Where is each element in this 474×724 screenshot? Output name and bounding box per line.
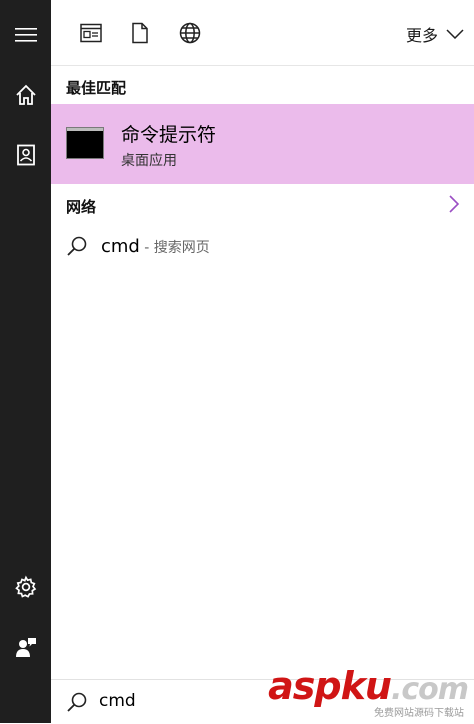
best-match-heading: 最佳匹配 <box>66 79 127 97</box>
web-search-suggestion[interactable]: cmd - 搜索网页 <box>51 228 474 266</box>
more-dropdown-button[interactable]: 更多 <box>406 20 464 48</box>
watermark-domain: .com <box>390 672 469 707</box>
web-filter-icon <box>179 22 201 44</box>
app-title: 命令提示符 <box>121 124 217 146</box>
more-label: 更多 <box>405 26 438 45</box>
web-query-term: cmd <box>101 236 140 257</box>
menu-button[interactable] <box>0 11 51 59</box>
site-watermark: aspku.com 免费网站源码下载站 <box>268 661 469 719</box>
user-feedback-icon <box>15 638 36 657</box>
web-query-text: cmd - 搜索网页 <box>101 236 210 257</box>
apps-filter-icon <box>80 23 102 43</box>
settings-button[interactable] <box>0 563 51 611</box>
web-heading: 网络 <box>66 198 97 216</box>
web-query-suffix: - 搜索网页 <box>139 240 210 256</box>
command-prompt-icon <box>66 127 104 159</box>
home-button[interactable] <box>0 71 51 119</box>
chevron-down-icon <box>446 29 464 39</box>
notebook-button[interactable] <box>0 131 51 179</box>
search-magnifier-icon <box>67 236 87 256</box>
hamburger-menu-icon <box>14 28 37 42</box>
best-match-result-command-prompt[interactable]: 命令提示符 桌面应用 <box>51 104 474 184</box>
settings-gear-icon <box>14 575 36 598</box>
home-icon <box>15 84 36 105</box>
web-section-header[interactable]: 网络 <box>51 186 474 226</box>
search-panel: 更多 最佳匹配 命令提示符 桌面应用 网络 cmd - 搜索网页 aspku. <box>51 0 474 724</box>
web-filter-button[interactable] <box>174 17 206 49</box>
feedback-button[interactable] <box>0 623 51 671</box>
app-subtitle: 桌面应用 <box>121 153 177 169</box>
start-sidebar <box>0 0 51 723</box>
apps-filter-button[interactable] <box>75 17 107 49</box>
documents-filter-button[interactable] <box>124 17 156 49</box>
filter-toolbar: 更多 <box>51 0 474 66</box>
watermark-tagline: 免费网站源码下载站 <box>374 704 464 719</box>
documents-filter-icon <box>132 22 148 44</box>
notebook-icon <box>16 144 35 166</box>
watermark-logo-text: aspku <box>268 664 392 708</box>
search-magnifier-icon <box>67 692 87 712</box>
chevron-right-icon <box>449 195 460 213</box>
watermark-logo: aspku.com <box>268 664 469 708</box>
